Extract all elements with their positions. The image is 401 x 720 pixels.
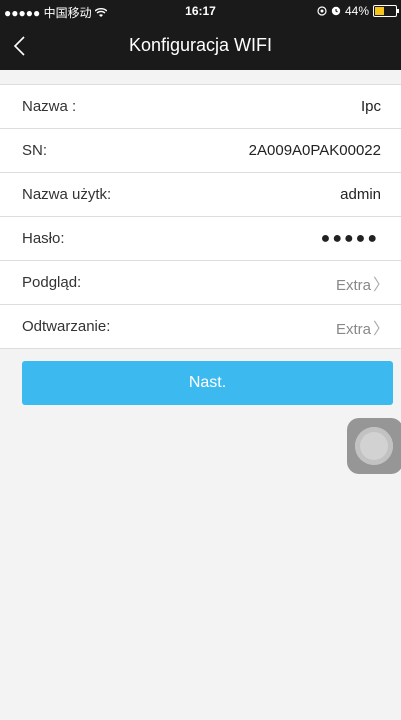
field-value: 2A009A0PAK00022 [248, 142, 381, 159]
chevron-right-icon: 〉 [372, 276, 389, 294]
field-preview[interactable]: Podgląd: Extra 〉 [0, 261, 401, 305]
field-label: Podgląd: [22, 274, 82, 291]
field-value: admin [340, 186, 381, 203]
field-playback[interactable]: Odtwarzanie: Extra 〉 [0, 305, 401, 349]
status-bar: ●●●●● 中国移动 16:17 44% [0, 0, 401, 22]
assistive-touch-inner [355, 427, 393, 465]
preview-value-text: Extra [335, 276, 371, 294]
chevron-right-icon: 〉 [372, 320, 389, 338]
field-username: Nazwa użytk: admin [0, 173, 401, 217]
nav-bar: Konfiguracja WIFI [0, 22, 401, 70]
location-icon [317, 6, 327, 16]
field-label: SN: [22, 142, 48, 159]
battery-percent: 44% [344, 4, 369, 18]
field-label: Hasło: [22, 230, 65, 247]
next-button[interactable]: Nast. [22, 361, 393, 405]
settings-list: Nazwa : Ipc SN: 2A009A0PAK00022 Nazwa uż… [0, 84, 401, 349]
status-right: 44% [317, 4, 399, 18]
preview-value[interactable]: Extra 〉 [336, 271, 389, 295]
field-sn: SN: 2A009A0PAK00022 [0, 129, 401, 173]
field-value: Ipc [360, 98, 381, 115]
field-name: Nazwa : Ipc [0, 85, 401, 129]
playback-value[interactable]: Extra 〉 [336, 315, 389, 339]
playback-value-text: Extra [335, 320, 371, 338]
field-label: Nazwa użytk: [22, 186, 112, 203]
assistive-touch-icon[interactable] [347, 418, 401, 474]
alarm-icon [331, 6, 341, 16]
field-password: Hasło: ●●●●● [0, 217, 401, 261]
field-label: Odtwarzanie: [22, 318, 111, 335]
battery-icon [373, 5, 399, 17]
page-title: Konfiguracja WIFI [128, 35, 273, 55]
field-label: Nazwa : [22, 98, 77, 115]
password-dots: ●●●●● [320, 229, 379, 247]
